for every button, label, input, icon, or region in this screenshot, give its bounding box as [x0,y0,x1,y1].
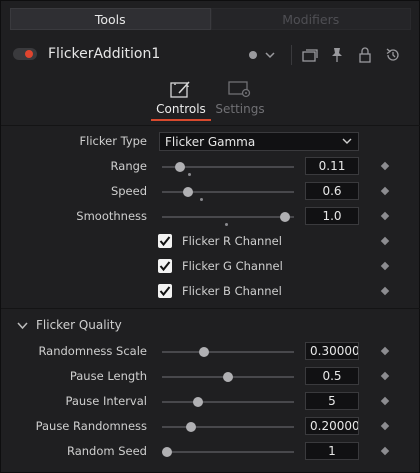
keyframe-icon[interactable] [380,186,390,196]
section-divider [1,308,420,309]
header-divider [1,125,420,126]
smoothness-label: Smoothness [76,209,147,223]
randomness-scale-slider-track[interactable] [162,351,294,353]
pause-interval-row: Pause Interval 5 [1,391,420,413]
tool-header: FlickerAddition1 [1,39,420,71]
flicker-r-channel-checkbox[interactable] [158,234,172,248]
reset-icon[interactable] [384,46,402,64]
keyframe-icon[interactable] [380,286,390,296]
pin-icon[interactable] [328,46,346,64]
color-dot-icon[interactable] [244,46,262,64]
random-seed-input[interactable]: 1 [305,442,359,460]
tab-settings-label: Settings [215,102,265,116]
checkmark-icon [159,286,171,297]
pause-interval-slider-track[interactable] [162,401,294,403]
range-label: Range [110,159,147,173]
random-seed-label: Random Seed [66,444,147,458]
smoothness-row: Smoothness 1.0 [1,206,420,228]
lock-icon[interactable] [356,46,374,64]
flicker-type-label: Flicker Type [79,134,147,148]
flicker-r-channel-row: Flicker R Channel [1,231,420,253]
random-seed-row: Random Seed 1 [1,441,420,463]
random-seed-slider-track[interactable] [162,451,294,453]
pause-randomness-input[interactable]: 0.200000 [305,417,359,435]
pause-length-row: Pause Length 0.5 [1,366,420,388]
flicker-quality-title: Flicker Quality [36,318,122,332]
flicker-b-channel-label: Flicker B Channel [182,284,282,298]
flicker-g-channel-row: Flicker G Channel [1,256,420,278]
pause-randomness-slider-knob[interactable] [186,422,197,432]
smoothness-default-marker [225,223,228,226]
flicker-type-row: Flicker Type Flicker Gamma [1,131,420,153]
flicker-r-channel-label: Flicker R Channel [182,234,282,248]
range-slider-knob[interactable] [175,162,186,172]
smoothness-slider-knob[interactable] [280,212,291,222]
tool-name[interactable]: FlickerAddition1 [48,46,160,62]
pause-randomness-label: Pause Randomness [35,419,147,433]
checkmark-icon [159,236,171,247]
smoothness-input[interactable]: 1.0 [305,207,359,225]
speed-slider-track[interactable] [162,191,294,193]
tool-enable-toggle[interactable] [13,48,37,60]
pause-interval-label: Pause Interval [65,394,147,408]
chevron-down-icon [342,138,352,144]
tab-tools[interactable]: Tools [10,8,211,30]
range-input[interactable]: 0.11 [305,157,359,175]
flicker-g-channel-checkbox[interactable] [158,259,172,273]
randomness-scale-slider-knob[interactable] [198,347,209,357]
inspector-panel: Tools Modifiers FlickerAddition1 Control… [0,0,420,473]
toggle-dot [25,50,33,58]
chevron-down-icon [17,322,28,330]
randomness-scale-row: Randomness Scale 0.300000 [1,341,420,363]
flicker-type-value: Flicker Gamma [165,135,256,149]
inspector-top-tabs: Tools Modifiers [10,8,411,30]
checkmark-icon [159,261,171,272]
keyframe-icon[interactable] [380,396,390,406]
keyframe-icon[interactable] [380,211,390,221]
pause-length-label: Pause Length [69,369,147,383]
header-separator [291,45,292,65]
random-seed-slider-knob[interactable] [162,447,172,457]
randomness-scale-input[interactable]: 0.300000 [305,342,359,360]
controls-icon [169,79,193,99]
speed-row: Speed 0.6 [1,181,420,203]
randomness-scale-label: Randomness Scale [38,344,147,358]
keyframe-icon[interactable] [380,236,390,246]
flicker-g-channel-label: Flicker G Channel [182,259,283,273]
tab-modifiers[interactable]: Modifiers [210,8,411,30]
flicker-b-channel-row: Flicker B Channel [1,281,420,303]
versions-icon[interactable] [301,46,319,64]
flicker-type-dropdown[interactable]: Flicker Gamma [159,132,359,151]
pause-interval-slider-knob[interactable] [192,397,203,407]
keyframe-icon[interactable] [380,421,390,431]
pause-randomness-row: Pause Randomness 0.200000 [1,416,420,438]
settings-icon [228,79,252,99]
flicker-b-channel-checkbox[interactable] [158,284,172,298]
pause-length-slider-knob[interactable] [223,372,233,382]
keyframe-icon[interactable] [380,446,390,456]
pause-length-input[interactable]: 0.5 [305,367,359,385]
pause-randomness-slider-track[interactable] [162,426,294,428]
speed-slider-knob[interactable] [182,187,193,197]
smoothness-slider-track[interactable] [162,216,294,218]
keyframe-icon[interactable] [380,161,390,171]
keyframe-icon[interactable] [380,261,390,271]
keyframe-icon[interactable] [380,346,390,356]
range-row: Range 0.11 [1,156,420,178]
speed-default-marker [199,198,203,201]
speed-label: Speed [110,184,147,198]
speed-input[interactable]: 0.6 [305,182,359,200]
tab-controls-label: Controls [156,102,206,116]
range-default-marker [188,173,192,176]
keyframe-icon[interactable] [380,371,390,381]
chevron-down-icon[interactable] [261,46,279,64]
active-tab-underline [151,119,211,121]
pause-interval-input[interactable]: 5 [305,392,359,410]
